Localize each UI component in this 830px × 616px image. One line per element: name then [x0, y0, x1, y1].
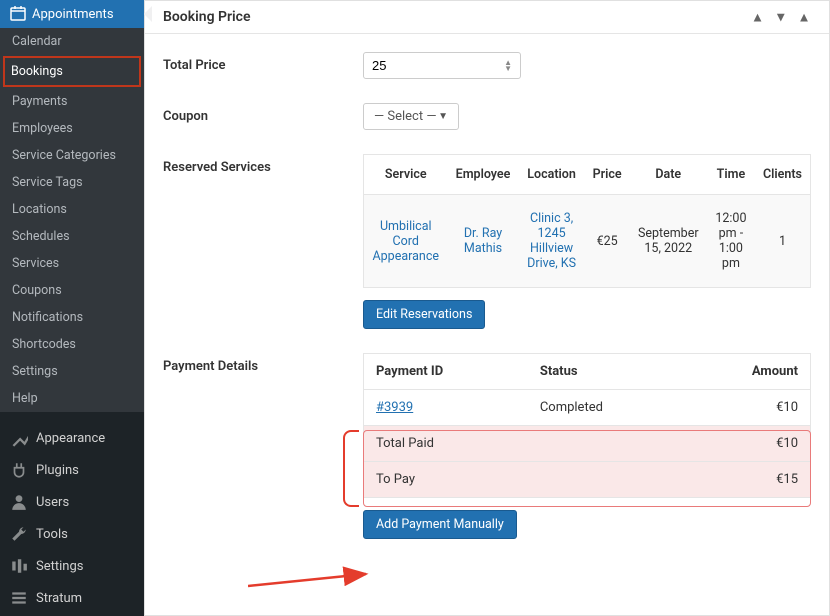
mainmenu-item-appearance[interactable]: Appearance: [0, 422, 144, 454]
sidebar-item-shortcodes[interactable]: Shortcodes: [0, 331, 144, 358]
appearance-icon: [10, 429, 28, 447]
panel-up-icon[interactable]: ▲: [751, 10, 765, 25]
sidebar-item-services[interactable]: Services: [0, 250, 144, 277]
to-pay-value: €15: [684, 462, 811, 498]
sidebar-header-appointments[interactable]: Appointments: [0, 0, 144, 28]
cell-price: €25: [585, 195, 630, 288]
col-employee: Employee: [448, 155, 519, 195]
chevron-down-icon: ▼: [438, 111, 448, 122]
cell-date: September 15, 2022: [630, 195, 707, 288]
col-time: Time: [707, 155, 755, 195]
table-row: Umbilical Cord Appearance Dr. Ray Mathis…: [364, 195, 811, 288]
cell-time: 12:00 pm - 1:00 pm: [707, 195, 755, 288]
panel-down-icon[interactable]: ▼: [774, 10, 788, 25]
users-icon: [10, 493, 28, 511]
to-pay-row: To Pay €15: [364, 462, 811, 498]
mainmenu-item-tools[interactable]: Tools: [0, 518, 144, 550]
sidebar-item-service-tags[interactable]: Service Tags: [0, 169, 144, 196]
add-payment-manually-button[interactable]: Add Payment Manually: [363, 510, 517, 539]
coupon-placeholder: — Select —: [374, 109, 436, 124]
mainmenu-item-plugins[interactable]: Plugins: [0, 454, 144, 486]
tools-icon: [10, 525, 28, 543]
cell-service[interactable]: Umbilical Cord Appearance: [364, 195, 448, 288]
to-pay-label: To Pay: [364, 462, 528, 498]
sidebar-item-notifications[interactable]: Notifications: [0, 304, 144, 331]
col-status: Status: [528, 354, 684, 390]
cell-location[interactable]: Clinic 3, 1245 Hillview Drive, KS: [519, 195, 585, 288]
payment-details-label: Payment Details: [163, 353, 363, 374]
coupon-label: Coupon: [163, 103, 363, 124]
col-location: Location: [519, 155, 585, 195]
sidebar-item-service-categories[interactable]: Service Categories: [0, 142, 144, 169]
settings-icon: [10, 557, 28, 575]
mainmenu-item-users[interactable]: Users: [0, 486, 144, 518]
sidebar-item-payments[interactable]: Payments: [0, 88, 144, 115]
payment-amount: €10: [684, 390, 811, 426]
stratum-icon: [10, 589, 28, 607]
sidebar-item-coupons[interactable]: Coupons: [0, 277, 144, 304]
mainmenu-item-settings[interactable]: Settings: [0, 550, 144, 582]
mainmenu-item-stratum[interactable]: Stratum: [0, 582, 144, 614]
sidebar-item-bookings[interactable]: Bookings: [3, 56, 141, 87]
total-paid-value: €10: [684, 426, 811, 462]
total-price-input[interactable]: ▲▼: [363, 52, 521, 79]
total-paid-row: Total Paid €10: [364, 426, 811, 462]
sidebar-item-help[interactable]: Help: [0, 385, 144, 412]
payment-status: Completed: [528, 390, 684, 426]
sidebar-item-locations[interactable]: Locations: [0, 196, 144, 223]
spinner-icon[interactable]: ▲▼: [504, 60, 512, 72]
col-payment-id: Payment ID: [364, 354, 528, 390]
plugins-icon: [10, 461, 28, 479]
cell-employee[interactable]: Dr. Ray Mathis: [448, 195, 519, 288]
reserved-services-label: Reserved Services: [163, 154, 363, 175]
sidebar-item-schedules[interactable]: Schedules: [0, 223, 144, 250]
col-clients: Clients: [755, 155, 811, 195]
col-date: Date: [630, 155, 707, 195]
total-price-value[interactable]: [372, 58, 482, 73]
panel-toggle-icon[interactable]: ▲: [797, 10, 811, 25]
panel-header: Booking Price ▲ ▼ ▲: [145, 1, 829, 34]
cell-clients: 1: [755, 195, 811, 288]
panel-title: Booking Price: [163, 9, 251, 25]
edit-reservations-button[interactable]: Edit Reservations: [363, 300, 485, 329]
col-amount: Amount: [684, 354, 811, 390]
sidebar-header-label: Appointments: [32, 7, 114, 22]
sidebar-item-settings[interactable]: Settings: [0, 358, 144, 385]
col-service: Service: [364, 155, 448, 195]
col-price: Price: [585, 155, 630, 195]
coupon-select[interactable]: — Select — ▼: [363, 103, 459, 130]
payment-row: #3939 Completed €10: [364, 390, 811, 426]
payment-details-table: Payment ID Status Amount #3939 Completed…: [363, 353, 811, 498]
total-paid-label: Total Paid: [364, 426, 528, 462]
sidebar-item-employees[interactable]: Employees: [0, 115, 144, 142]
sidebar-item-calendar[interactable]: Calendar: [0, 28, 144, 55]
total-price-label: Total Price: [163, 52, 363, 73]
payment-id-link[interactable]: #3939: [376, 400, 413, 415]
reserved-services-table: ServiceEmployeeLocationPriceDateTimeClie…: [363, 154, 811, 288]
